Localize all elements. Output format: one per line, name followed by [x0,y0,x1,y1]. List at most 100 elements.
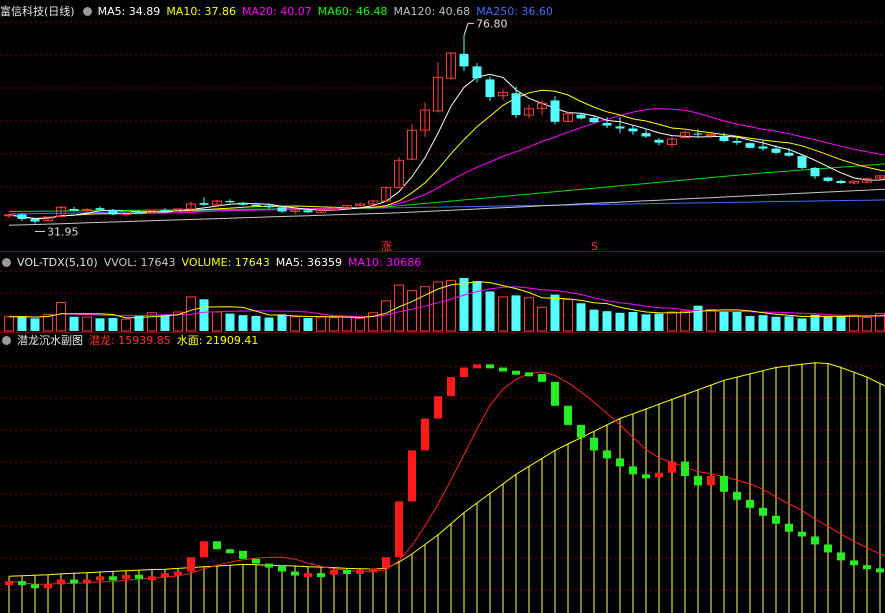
candle-body-down [485,79,495,98]
qianlong-block-down [590,437,598,451]
volume-bar-down [719,311,729,331]
volume-bar-up [329,317,339,332]
candle-body-down [641,133,651,137]
qianlong-block-up [356,569,364,574]
qianlong-block-down [824,544,832,553]
candle-body-down [238,202,248,205]
volume-bar-up [290,316,300,332]
candle-body-down [264,205,274,208]
stock-chart: 76.80 31.95 涨 S [0,17,885,613]
qianlong-block-up [5,581,13,586]
qianlong-block-down [850,560,858,566]
volume-bar-up [680,310,690,332]
qianlong-block-down [694,475,702,486]
qianlong-block-up [408,450,416,502]
qianlong-block-down [265,563,273,568]
volume-bar-up [407,290,417,332]
candle-body-down [160,210,170,212]
qianlong-block-up [57,579,65,585]
qianlong-block-down [564,405,572,425]
high-price-label: 76.80 [476,17,508,30]
qianlong-block-down [291,571,299,576]
qianlong-block-down [109,576,117,581]
volume-bar-up [381,300,391,332]
volume-bar-up [4,316,14,332]
qianlong-block-down [642,474,650,479]
qianlong-block-down [317,573,325,578]
volume-bar-down [641,314,651,331]
candle-body-down [836,180,846,183]
volume-bar-up [849,314,859,332]
candle-body-down [30,219,40,222]
qianlong-block-down [31,584,39,589]
qianlong-block-down [226,549,234,554]
qianlong-block-down [213,541,221,550]
qianlong-block-down [343,569,351,574]
candle-body-down [693,133,703,135]
qianlong-block-up [395,501,403,558]
qianlong-block-up [655,472,663,478]
volume-bar-down [615,312,625,331]
qianlong-block-up [122,574,130,579]
volume-bar-down [810,314,820,331]
volume-bar-down [745,315,755,331]
qianlong-block-down [70,579,78,584]
qianlong-block-up [96,576,104,581]
qianlong-block-down [798,531,806,537]
qianlong-block-up [174,571,182,576]
volume-bar-down [758,315,768,331]
qianlong-block-up [460,367,468,378]
qianlong-block-up [473,364,481,369]
qianlong-block-down [863,565,871,570]
candle-body-down [225,201,235,203]
qianlong-block-down [551,381,559,406]
volume-bar-down [485,291,495,331]
candle-body-down [797,156,807,168]
volume-bar-down [602,311,612,331]
volume-bar-down [30,318,40,331]
qianlong-block-up [707,475,715,486]
candle-body-down [654,139,664,143]
candle-body-down [719,136,729,142]
qianlong-block-down [681,461,689,476]
volume-bar-down [732,312,742,331]
volume-bar-up [498,296,508,332]
volume-bar-up [121,318,131,332]
qianlong-block-up [83,579,91,584]
qianlong-block-up [187,557,195,572]
volume-bar-down [589,309,599,331]
candle-body-down [602,123,612,126]
qianlong-block-down [512,370,520,375]
candle-body-down [69,208,79,211]
candle-body-down [810,167,820,177]
volume-bar-up [862,317,872,332]
candle-body-down [459,53,469,67]
candle-body-down [277,207,287,212]
qianlong-block-up [330,569,338,575]
candle-body-down [771,148,781,153]
qianlong-block-down [278,565,286,572]
volume-bar-down [264,317,274,331]
qianlong-block-down [629,466,637,475]
candle-body-down [95,208,105,210]
candle-body-down [550,100,560,122]
candle-body-down [784,152,794,156]
volume-bar-down [784,316,794,331]
volume-bar-down [303,317,313,331]
qianlong-block-down [603,450,611,459]
candle-body-down [17,214,27,220]
qianlong-block-up [369,568,377,573]
qianlong-block-down [785,523,793,532]
marker-zhang: 涨 [381,240,392,253]
candle-body-down [511,93,521,116]
qianlong-block-down [525,372,533,377]
qianlong-block-down [239,550,247,559]
candle-body-down [823,177,833,181]
volume-bar-down [199,299,209,331]
candle-body-down [199,203,209,205]
candle-body-down [251,204,261,207]
candle-body-down [732,141,742,143]
volume-bar-up [706,309,716,332]
qianlong-block-up [382,557,390,569]
qianlong-block-down [733,491,741,500]
